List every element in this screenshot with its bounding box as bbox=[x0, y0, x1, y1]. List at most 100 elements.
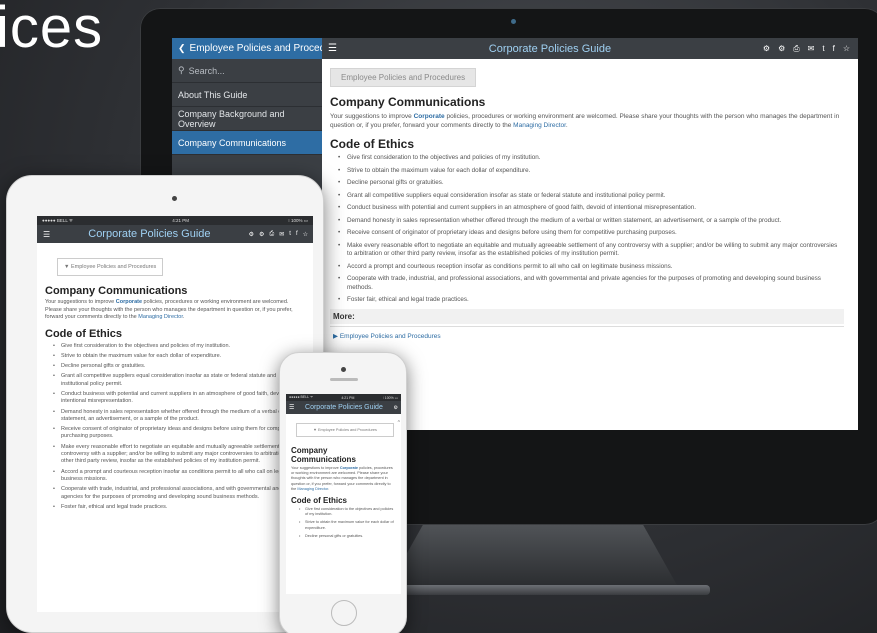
sidebar-item-label: Company Communications bbox=[178, 137, 287, 148]
managing-director-link[interactable]: Managing Director bbox=[297, 487, 328, 491]
settings-icon[interactable]: ⚙ bbox=[394, 405, 398, 411]
star-icon[interactable]: ☆ bbox=[303, 231, 308, 238]
time-label: 4:21 PM bbox=[341, 395, 355, 400]
section-heading: Code of Ethics bbox=[45, 327, 123, 340]
app-title: Corporate Policies Guide bbox=[88, 228, 211, 240]
list-item: Foster fair, ethical and legal trade pra… bbox=[53, 504, 305, 512]
list-item: Receive consent of originator of proprie… bbox=[53, 426, 305, 441]
hero-text: ices bbox=[0, 0, 104, 60]
camera-dot bbox=[511, 19, 516, 24]
intro-paragraph: Your suggestions to improve Corporate po… bbox=[291, 466, 393, 491]
app-title: Corporate Policies Guide bbox=[488, 42, 612, 55]
corporate-link[interactable]: Corporate bbox=[414, 113, 445, 120]
corporate-link[interactable]: Corporate bbox=[340, 466, 358, 470]
breadcrumb-button[interactable]: ▼ Employee Policies and Procedures bbox=[296, 423, 394, 437]
menu-icon[interactable]: ☰ bbox=[43, 230, 50, 239]
list-item: Make every reasonable effort to negotiat… bbox=[338, 242, 844, 259]
sidebar-item-background[interactable]: Company Background and Overview bbox=[172, 107, 322, 131]
managing-director-link[interactable]: Managing Director bbox=[513, 122, 566, 129]
list-item: Cooperate with trade, industrial, and pr… bbox=[53, 486, 305, 501]
sidebar-item-label: About This Guide bbox=[178, 89, 248, 100]
list-item: Foster fair, ethical and legal trade pra… bbox=[338, 296, 844, 305]
camera-dot bbox=[172, 196, 177, 201]
settings-icon[interactable]: ⚙ bbox=[259, 231, 264, 238]
star-icon[interactable]: ☆ bbox=[843, 44, 850, 54]
phone-device: ●●●●● BELL ᯤ 4:21 PM ⁝ 100% ▭ ☰ Corporat… bbox=[279, 352, 407, 633]
facebook-icon[interactable]: f bbox=[833, 44, 835, 54]
breadcrumb-label: Employee Policies and Procedures bbox=[70, 264, 157, 270]
speaker-grille bbox=[330, 378, 358, 381]
list-item: Decline personal gifts or gratuities. bbox=[53, 363, 305, 371]
status-bar: ●●●●● BELL ᯤ 4:21 PM ⁝ 100% ▭ bbox=[286, 394, 401, 401]
more-link-label: Employee Policies and Procedures bbox=[339, 332, 441, 340]
email-icon[interactable]: ✉ bbox=[808, 44, 815, 54]
sidebar-item-communications[interactable]: Company Communications bbox=[172, 131, 322, 155]
sidebar-item-about[interactable]: About This Guide bbox=[172, 83, 322, 107]
top-bar: ☰ Corporate Policies Guide ⚙ ⚙ ⎙ ✉ t f ☆ bbox=[322, 38, 858, 59]
top-bar: ☰ Corporate Policies Guide ⚙ bbox=[286, 401, 401, 414]
ethics-list: Give first consideration to the objectiv… bbox=[330, 154, 844, 305]
list-item: Conduct business with potential and curr… bbox=[338, 204, 844, 213]
settings-icon[interactable]: ⚙ bbox=[249, 231, 254, 238]
intro-paragraph: Your suggestions to improve Corporate po… bbox=[45, 299, 293, 320]
print-icon[interactable]: ⎙ bbox=[793, 44, 799, 54]
list-item: Cooperate with trade, industrial, and pr… bbox=[338, 275, 844, 292]
list-item: Decline personal gifts or gratuities. bbox=[338, 179, 844, 188]
list-item: Strive to obtain the maximum value for e… bbox=[338, 167, 844, 176]
ethics-list: Give first consideration to the objectiv… bbox=[45, 343, 305, 512]
breadcrumb-button[interactable]: Employee Policies and Procedures bbox=[330, 68, 477, 87]
list-item: Demand honesty in sales representation w… bbox=[338, 217, 844, 226]
top-bar: ☰ Corporate Policies Guide ⚙ ⚙ ⎙ ✉ t f ☆ bbox=[37, 225, 313, 243]
twitter-icon[interactable]: t bbox=[289, 231, 291, 238]
list-item: Give first consideration to the objectiv… bbox=[299, 507, 396, 517]
battery-label: ⁝ 100% ▭ bbox=[288, 217, 308, 223]
list-item: Give first consideration to the objectiv… bbox=[338, 154, 844, 163]
chevron-up-icon[interactable]: ^ bbox=[398, 420, 400, 426]
settings-icon[interactable]: ⚙ bbox=[763, 44, 770, 54]
carrier-label: ●●●●● BELL ᯤ bbox=[42, 217, 74, 223]
sidebar-item-label: Company Background and Overview bbox=[178, 108, 285, 129]
corporate-link[interactable]: Corporate bbox=[116, 299, 142, 305]
print-icon[interactable]: ⎙ bbox=[269, 231, 274, 238]
list-item: Strive to obtain the maximum value for e… bbox=[299, 520, 396, 530]
chevron-down-icon: ▼ bbox=[313, 428, 317, 432]
phone-screen: ●●●●● BELL ᯤ 4:21 PM ⁝ 100% ▭ ☰ Corporat… bbox=[286, 394, 401, 594]
list-item: Accord a prompt and courteous reception … bbox=[338, 263, 844, 272]
list-item: Accord a prompt and courteous reception … bbox=[53, 469, 305, 484]
more-link-employee-policies[interactable]: ▶ Employee Policies and Procedures bbox=[330, 325, 844, 345]
main-content: ▼ Employee Policies and Procedures Compa… bbox=[286, 414, 401, 539]
list-item: Decline personal gifts or gratuities. bbox=[299, 534, 396, 539]
toolbar-icons: ⚙ ⚙ ⎙ ✉ t f ☆ bbox=[249, 231, 308, 238]
facebook-icon[interactable]: f bbox=[296, 231, 298, 238]
breadcrumb-button[interactable]: ▼ Employee Policies and Procedures bbox=[57, 258, 164, 276]
intro-paragraph: Your suggestions to improve Corporate po… bbox=[330, 113, 840, 129]
toolbar-icons: ⚙ ⚙ ⎙ ✉ t f ☆ bbox=[763, 44, 850, 54]
section-heading: Code of Ethics bbox=[291, 496, 348, 506]
status-bar: ●●●●● BELL ᯤ 4:21 PM ⁝ 100% ▭ bbox=[37, 216, 313, 225]
carrier-label: ●●●●● BELL ᯤ bbox=[289, 395, 314, 399]
breadcrumb-label: Employee Policies and Procedures bbox=[317, 428, 377, 432]
monitor-stand bbox=[388, 525, 678, 587]
tablet-device: ●●●●● BELL ᯤ 4:21 PM ⁝ 100% ▭ ☰ Corporat… bbox=[6, 175, 324, 633]
list-item: Grant all competitive suppliers equal co… bbox=[338, 192, 844, 201]
search-icon: ⚲ bbox=[178, 65, 185, 75]
list-item: Strive to obtain the maximum value for e… bbox=[53, 353, 305, 361]
list-item: Receive consent of originator of proprie… bbox=[338, 229, 844, 238]
twitter-icon[interactable]: t bbox=[822, 44, 824, 54]
time-label: 4:21 PM bbox=[172, 218, 190, 223]
section-heading: Code of Ethics bbox=[330, 137, 415, 151]
managing-director-link[interactable]: Managing Director bbox=[138, 314, 183, 320]
monitor-stand-base bbox=[360, 585, 710, 595]
battery-label: ⁝ 100% ▭ bbox=[382, 395, 398, 400]
chevron-left-icon[interactable]: ❮ bbox=[178, 43, 186, 54]
home-button[interactable] bbox=[331, 600, 357, 626]
menu-icon[interactable]: ☰ bbox=[328, 43, 337, 54]
app-title: Corporate Policies Guide bbox=[305, 404, 383, 411]
main-content: Employee Policies and Procedures Company… bbox=[330, 67, 844, 430]
email-icon[interactable]: ✉ bbox=[279, 231, 284, 238]
camera-dot bbox=[341, 367, 346, 372]
chevron-right-icon: ▶ bbox=[333, 332, 338, 340]
settings-icon[interactable]: ⚙ bbox=[778, 44, 785, 54]
sidebar-header[interactable]: ❮ Employee Policies and Proced... bbox=[172, 38, 322, 59]
search-input[interactable]: ⚲ Search... bbox=[172, 59, 322, 83]
